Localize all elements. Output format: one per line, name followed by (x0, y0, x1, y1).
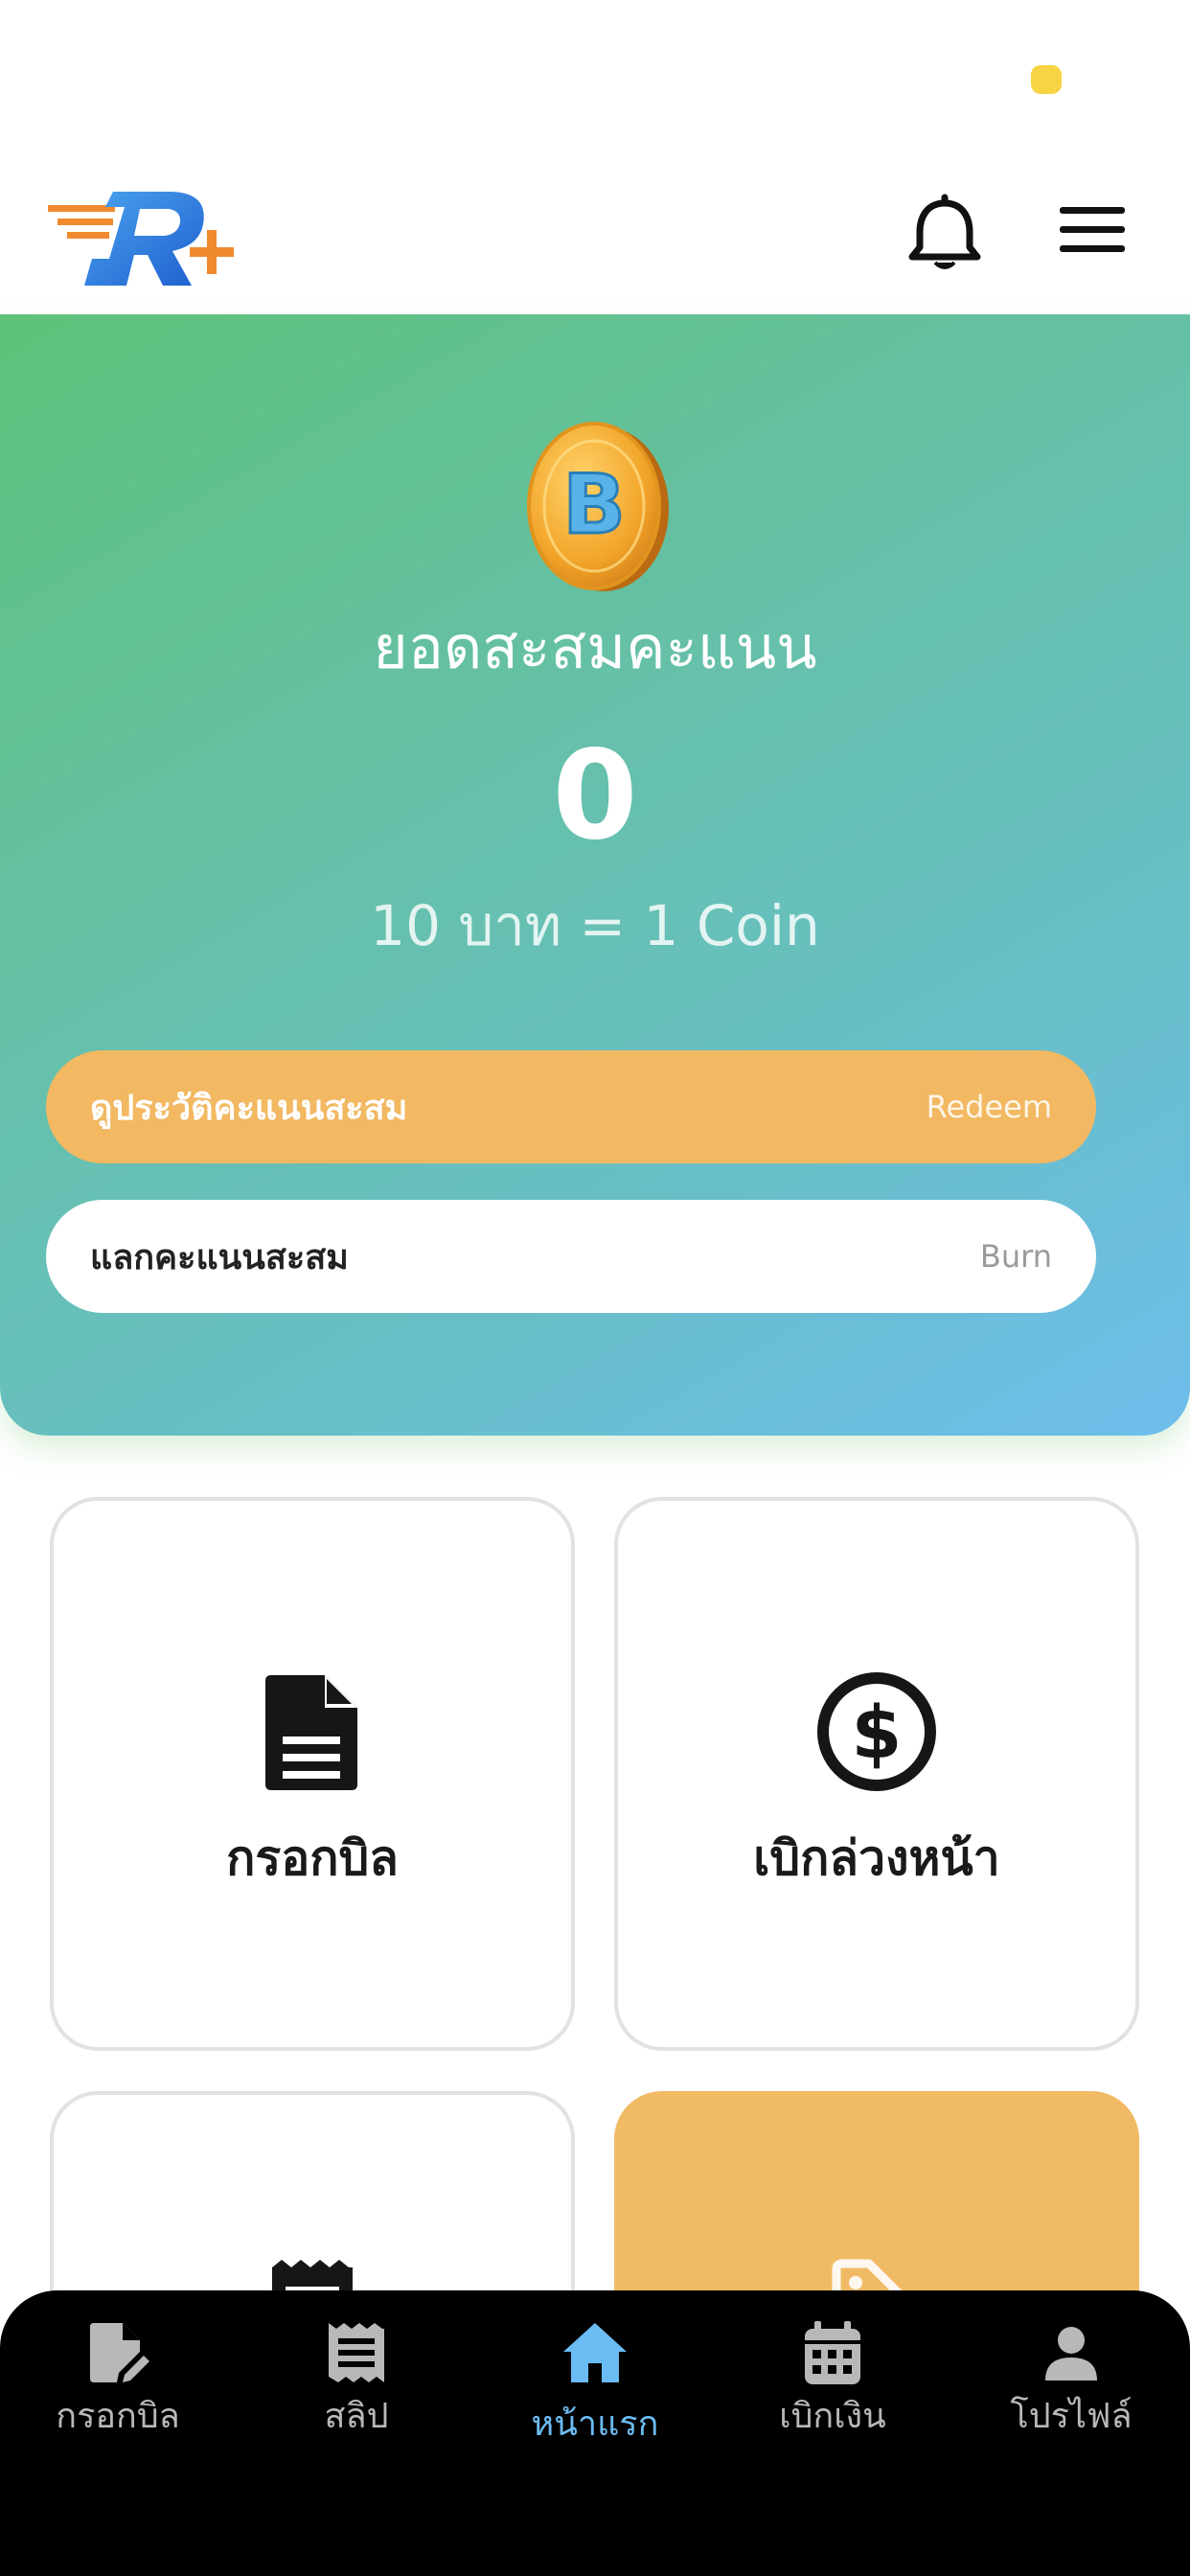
edit-document-icon (90, 2323, 149, 2382)
tab-slip[interactable]: สลิป (251, 2319, 462, 2463)
points-summary-card: B ยอดสะสมคะแนน 0 10 บาท = 1 Coin ดูประวั… (0, 314, 1190, 1436)
tab-home[interactable]: หน้าแรก (490, 2319, 700, 2463)
home-icon (563, 2323, 627, 2382)
hamburger-menu-icon[interactable] (1054, 201, 1131, 259)
conversion-rate: 10 บาท = 1 Coin (370, 893, 820, 958)
fill-bill-tile[interactable]: กรอกบิล (50, 1497, 575, 2051)
svg-text:$: $ (852, 1690, 903, 1775)
tab-home-label: หน้าแรก (531, 2404, 659, 2444)
advance-withdraw-label: เบิกล่วงหน้า (753, 1830, 1000, 1886)
points-title: ยอดสะสมคะแนน (373, 612, 817, 682)
burn-tag: Burn (979, 1238, 1052, 1275)
points-history-label: ดูประวัติคะแนนสะสม (90, 1088, 408, 1128)
svg-text:B: B (562, 457, 626, 553)
app-header (0, 153, 1190, 314)
tab-fill-bill[interactable]: กรอกบิล (12, 2319, 223, 2463)
tab-withdraw[interactable]: เบิกเงิน (727, 2319, 938, 2463)
coin-icon: B (527, 422, 669, 591)
tab-profile-label: โปรไฟล์ (1010, 2397, 1133, 2436)
tab-fill-bill-label: กรอกบิล (56, 2397, 180, 2436)
points-value: 0 (552, 724, 638, 867)
redeem-points-label: แลกคะแนนสะสม (90, 1237, 349, 1277)
bottom-tab-bar: กรอกบิล สลิป หน้าแรก เบิกเงิน โปรไฟล์ (0, 2290, 1190, 2576)
tab-profile[interactable]: โปรไฟล์ (966, 2319, 1177, 2463)
calendar-icon (805, 2321, 860, 2384)
redeem-points-button[interactable]: แลกคะแนนสะสม Burn (46, 1200, 1096, 1313)
tab-withdraw-label: เบิกเงิน (779, 2397, 886, 2436)
redeem-tag: Redeem (926, 1089, 1052, 1125)
person-icon (1045, 2327, 1097, 2380)
status-bar (0, 0, 1190, 153)
status-indicator-dot (1031, 65, 1062, 94)
fill-bill-label: กรอกบิล (226, 1830, 399, 1886)
points-history-button[interactable]: ดูประวัติคะแนนสะสม Redeem (46, 1050, 1096, 1163)
tab-slip-label: สลิป (324, 2397, 389, 2436)
app-logo (48, 192, 234, 286)
advance-withdraw-tile[interactable]: $ เบิกล่วงหน้า (614, 1497, 1139, 2051)
document-icon (265, 1675, 357, 1790)
receipt-icon (329, 2323, 384, 2382)
dollar-circle-icon: $ (817, 1672, 936, 1791)
bell-icon[interactable] (906, 190, 983, 272)
